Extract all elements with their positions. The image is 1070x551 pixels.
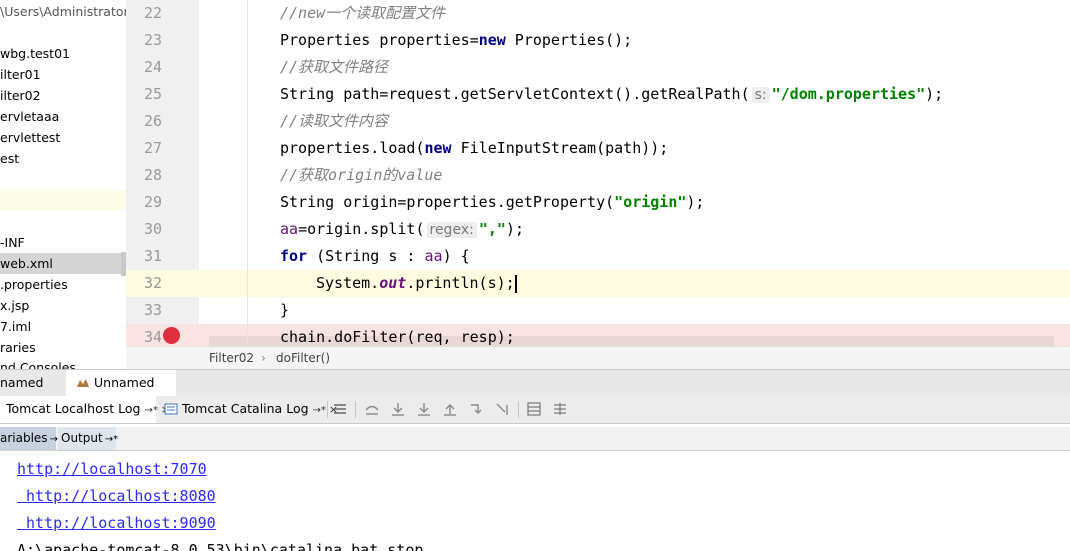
line-number: 34	[143, 328, 162, 346]
tree-item[interactable]	[0, 190, 126, 211]
run-tabs: named Unnamed	[0, 369, 1070, 397]
code-line: String origin=properties.getProperty("or…	[280, 193, 705, 211]
line-number: 29	[143, 193, 162, 211]
code-line-breakpoint: chain.doFilter(req, resp);	[280, 328, 515, 346]
editor-gutter: 22 23 24 25 26 27 28 29 30 31 32 33 34	[126, 0, 199, 346]
code-editor[interactable]: //new一个读取配置文件 Properties properties=new …	[199, 0, 1070, 346]
tree-item[interactable]: ervlettest	[0, 127, 126, 148]
tree-item[interactable]: 7.iml	[0, 316, 126, 337]
code-line: String path=request.getServletContext().…	[280, 85, 944, 103]
project-tree: \Users\Administrator\ wbg.test01 ilter01…	[0, 0, 126, 370]
run-tab-active[interactable]: Unnamed	[66, 370, 176, 396]
run-to-cursor-icon[interactable]	[494, 401, 510, 417]
drop-frame-icon[interactable]	[468, 401, 484, 417]
layout-icon[interactable]	[552, 401, 568, 417]
step-into-icon[interactable]	[390, 401, 406, 417]
tree-item[interactable]: -INF	[0, 232, 126, 253]
tree-item[interactable]: wbg.test01	[0, 43, 126, 64]
toolbar-separator	[518, 401, 519, 418]
breadcrumb-separator: ›	[261, 351, 266, 365]
pin-icon[interactable]: →*	[313, 405, 326, 416]
tree-item[interactable]: ervletaaa	[0, 106, 126, 127]
toolbar-separator	[327, 401, 328, 418]
line-number: 28	[143, 166, 162, 184]
tree-item[interactable]: .properties	[0, 274, 126, 295]
code-line: //获取origin的value	[280, 166, 443, 184]
code-line: //new一个读取配置文件	[280, 4, 446, 22]
console-output[interactable]: http://localhost:7070 http://localhost:8…	[0, 451, 1070, 551]
param-hint: s:	[751, 87, 770, 103]
console-link[interactable]: http://localhost:9090	[17, 510, 216, 537]
line-number: 31	[143, 247, 162, 265]
tab-output[interactable]: Output →*	[58, 427, 118, 450]
code-line: }	[280, 301, 290, 319]
line-number: 26	[143, 112, 162, 130]
breadcrumb-method[interactable]: doFilter()	[276, 347, 330, 369]
line-number: 22	[143, 4, 162, 22]
console-line: A:\apache-tomcat-8.0.53\bin\catalina.bat…	[17, 541, 424, 551]
debug-subtabs: ariables →* Output →*	[0, 427, 1070, 451]
line-number: 32	[143, 274, 162, 292]
code-line: aa=origin.split(regex: ",");	[280, 220, 524, 238]
project-path: \Users\Administrator\	[0, 4, 126, 19]
tree-item[interactable]: ilter02	[0, 85, 126, 106]
pin-icon[interactable]: →*	[105, 434, 118, 445]
line-number: 24	[143, 58, 162, 76]
text-caret	[514, 274, 517, 293]
tab-tomcat-localhost-log[interactable]: Tomcat Localhost Log→*×	[0, 396, 170, 423]
code-line: properties.load(new FileInputStream(path…	[280, 139, 669, 157]
code-line: Properties properties=new Properties();	[280, 31, 633, 49]
menu-lines-icon[interactable]	[332, 401, 348, 417]
tree-item[interactable]: x.jsp	[0, 295, 126, 316]
tab-variables[interactable]: ariables →*	[0, 427, 63, 450]
pin-icon[interactable]: →*	[144, 405, 157, 416]
step-out-icon[interactable]	[442, 401, 458, 417]
indent-guide	[247, 0, 248, 346]
code-line: //获取文件路径	[280, 58, 389, 76]
run-tab[interactable]: named	[0, 370, 60, 396]
console-link[interactable]: http://localhost:7070	[17, 456, 207, 483]
line-number: 23	[143, 31, 162, 49]
tree-item[interactable]: est	[0, 148, 126, 169]
tree-item-selected[interactable]: web.xml	[0, 253, 126, 274]
log-tabs-toolbar: Tomcat Localhost Log→*× Tomcat Catalina …	[0, 396, 1070, 424]
line-number: 27	[143, 139, 162, 157]
ide-window: { "project": { "path": "\\Users\\Adminis…	[0, 0, 1070, 551]
toolbar-separator	[355, 401, 356, 418]
tab-tomcat-catalina-log[interactable]: Tomcat Catalina Log →* ×	[160, 396, 338, 423]
step-over-icon[interactable]	[364, 401, 380, 417]
evaluate-icon[interactable]	[526, 401, 542, 417]
code-line: for (String s : aa) {	[280, 247, 470, 265]
line-number: 33	[143, 301, 162, 319]
force-step-into-icon[interactable]	[416, 401, 432, 417]
breadcrumb: Filter02 › doFilter()	[126, 346, 1070, 370]
log-file-icon	[164, 403, 178, 415]
code-line: //读取文件内容	[280, 112, 389, 130]
line-number: 30	[143, 220, 162, 238]
code-line-current: System.out.println(s);	[316, 274, 517, 293]
tree-item[interactable]: raries	[0, 337, 126, 358]
tomcat-icon	[77, 379, 89, 387]
param-hint: regex:	[426, 222, 477, 238]
tree-item[interactable]: ilter01	[0, 64, 126, 85]
breadcrumb-class[interactable]: Filter02	[209, 347, 254, 369]
line-number: 25	[143, 85, 162, 103]
breakpoint-icon[interactable]	[163, 327, 180, 344]
console-link[interactable]: http://localhost:8080	[17, 483, 216, 510]
